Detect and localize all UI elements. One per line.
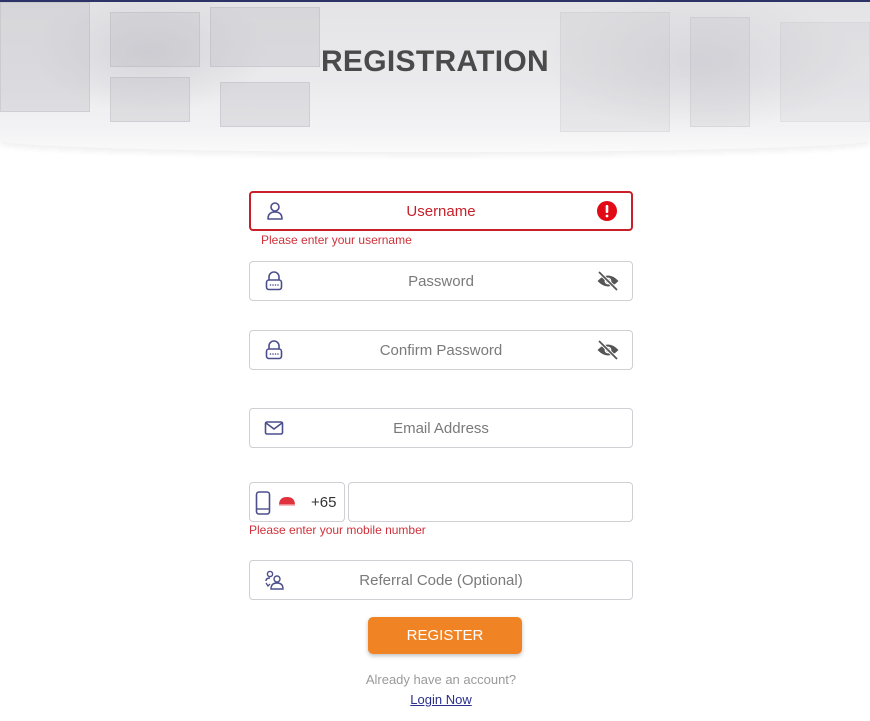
username-placeholder: Username [406,202,476,220]
email-placeholder: Email Address [393,419,489,437]
eye-slash-icon[interactable] [596,270,620,292]
register-button[interactable]: REGISTER [368,617,522,654]
confirm-password-field[interactable]: Confirm Password [249,330,633,370]
country-code-selector[interactable]: +65 [249,482,345,522]
username-field[interactable]: Username [249,191,633,231]
username-error: Please enter your username [261,233,412,247]
envelope-icon [264,418,284,438]
login-now-link[interactable]: Login Now [0,692,870,707]
lock-icon [264,271,284,291]
eye-slash-icon[interactable] [596,339,620,361]
phone-icon [255,491,271,515]
password-field[interactable]: Password [249,261,633,301]
already-have-account-text: Already have an account? [365,672,517,687]
mobile-number-input[interactable] [348,482,633,522]
singapore-flag-icon [278,493,296,506]
header-banner: REGISTRATION [0,2,870,152]
user-icon [265,201,285,221]
referral-code-field[interactable]: Referral Code (Optional) [249,560,633,600]
background-decor [110,77,190,122]
error-exclamation-icon [595,200,619,222]
referral-placeholder: Referral Code (Optional) [359,571,523,589]
dial-code: +65 [311,494,337,511]
lock-icon [264,340,284,360]
referral-users-icon [264,570,284,590]
page-title: REGISTRATION [320,45,550,78]
password-placeholder: Password [408,272,474,290]
mobile-error: Please enter your mobile number [249,523,426,537]
email-field[interactable]: Email Address [249,408,633,448]
background-decor [220,82,310,127]
confirm-password-placeholder: Confirm Password [379,341,503,359]
